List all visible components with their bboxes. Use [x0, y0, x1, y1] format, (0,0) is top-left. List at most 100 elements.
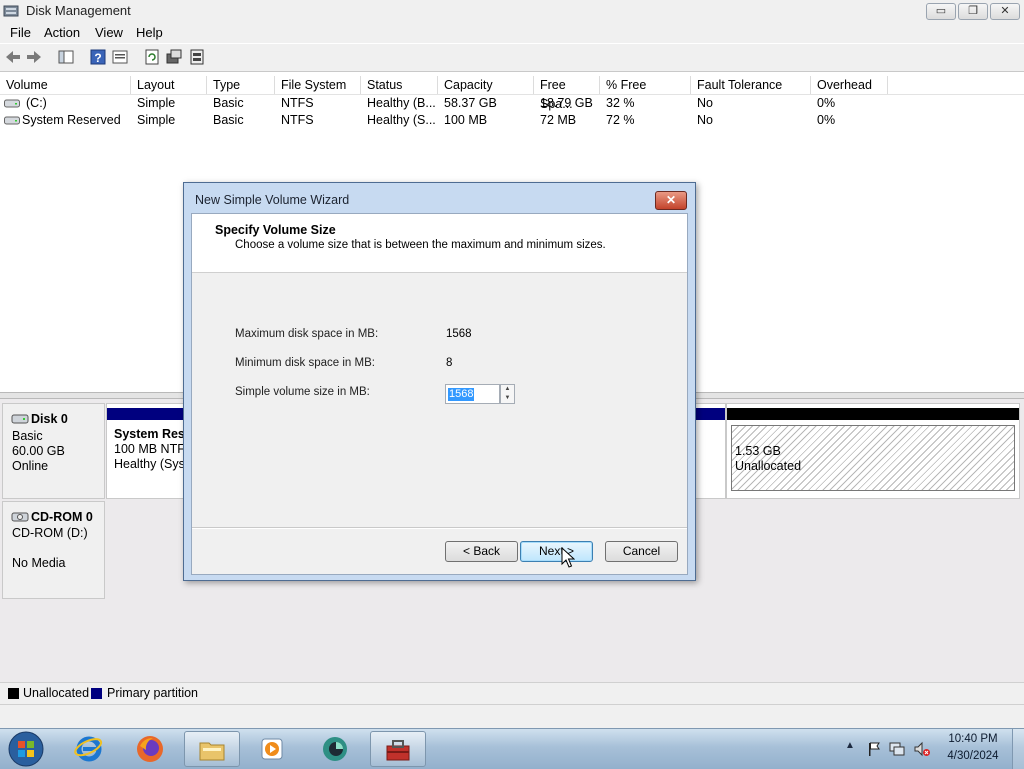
- start-orb-icon[interactable]: [7, 730, 45, 768]
- disk-0-label[interactable]: Disk 0 Basic 60.00 GB Online: [2, 403, 105, 499]
- cdrom-0-media: No Media: [12, 556, 66, 570]
- cell-percent-free: 32 %: [606, 96, 635, 110]
- title-bar: Disk Management ▭ ❐ ✕: [0, 0, 1024, 23]
- min-space-label: Minimum disk space in MB:: [235, 357, 375, 369]
- disk-properties-icon[interactable]: [188, 48, 206, 66]
- console-tree-icon[interactable]: [57, 48, 75, 66]
- disk-0-size: 60.00 GB: [12, 444, 65, 458]
- cell-status: Healthy (B...: [367, 96, 436, 110]
- refresh-icon[interactable]: [143, 48, 161, 66]
- disk-0-type: Basic: [12, 429, 43, 443]
- drive-icon: [4, 116, 20, 125]
- wizard-close-button[interactable]: ✕: [655, 191, 687, 210]
- cell-volume: System Reserved: [22, 113, 121, 127]
- app-taskbar-button[interactable]: [308, 731, 364, 767]
- column-fault-tolerance[interactable]: Fault Tolerance: [691, 76, 811, 94]
- window-title: Disk Management: [26, 3, 131, 18]
- maximize-button[interactable]: ❐: [958, 3, 988, 20]
- properties-icon[interactable]: [111, 48, 129, 66]
- max-space-label: Maximum disk space in MB:: [235, 328, 379, 340]
- forward-arrow-icon[interactable]: [25, 48, 43, 66]
- windows-explorer-taskbar-button[interactable]: [184, 731, 240, 767]
- disk-0-state: Online: [12, 459, 49, 473]
- svg-text:?: ?: [94, 51, 101, 65]
- unallocated-label: Unallocated: [735, 459, 802, 473]
- system-reserved-partition[interactable]: System Rese 100 MB NTFS Healthy (Syst: [107, 422, 193, 496]
- cell-overhead: 0%: [817, 96, 836, 110]
- wizard-client-area: Specify Volume Size Choose a volume size…: [191, 213, 688, 575]
- cell-file-system: NTFS: [281, 113, 314, 127]
- menu-action[interactable]: Action: [44, 25, 80, 40]
- cell-capacity: 100 MB: [444, 113, 488, 127]
- clock-date[interactable]: 4/30/2024: [940, 750, 1006, 762]
- volume-list-header: Volume Layout Type File System Status Ca…: [0, 76, 1024, 111]
- wizard-subheading: Choose a volume size that is between the…: [235, 239, 606, 251]
- menu-bar: File Action View Help: [0, 22, 1024, 43]
- cell-type: Basic: [213, 96, 244, 110]
- network-icon[interactable]: [889, 741, 906, 757]
- column-free-space[interactable]: Free Spa...: [534, 76, 600, 111]
- folder-icon: [199, 742, 225, 761]
- column-status[interactable]: Status: [361, 76, 438, 94]
- next-button[interactable]: Next >: [520, 541, 593, 562]
- column-type[interactable]: Type: [207, 76, 275, 94]
- mouse-cursor-icon: [561, 547, 575, 568]
- close-button[interactable]: ✕: [990, 3, 1020, 20]
- wizard-header: Specify Volume Size Choose a volume size…: [192, 214, 687, 273]
- rescan-icon[interactable]: [165, 48, 183, 66]
- disk-0-name: Disk 0: [31, 412, 68, 426]
- clock-time[interactable]: 10:40 PM: [940, 733, 1006, 745]
- taskbar: ▲ 10:40 PM 4/30/2024: [0, 728, 1024, 769]
- unallocated-space[interactable]: 1.53 GB Unallocated: [726, 403, 1020, 499]
- cdrom-0-drive: CD-ROM (D:): [12, 526, 88, 540]
- column-percent-free[interactable]: % Free: [600, 76, 691, 94]
- action-center-flag-icon[interactable]: [866, 741, 882, 757]
- legend-unallocated-swatch: [8, 688, 19, 699]
- status-bar: [0, 704, 1024, 729]
- volume-size-value: 1568: [448, 388, 475, 401]
- firefox-taskbar-button[interactable]: [123, 731, 179, 767]
- show-desktop-button[interactable]: [1012, 729, 1024, 769]
- legend-unallocated: Unallocated: [23, 686, 90, 700]
- column-capacity[interactable]: Capacity: [438, 76, 534, 94]
- table-row[interactable]: (C:) Simple Basic NTFS Healthy (B... 58.…: [0, 95, 1024, 112]
- primary-partition-bar: [107, 408, 187, 420]
- cell-overhead: 0%: [817, 113, 836, 127]
- internet-explorer-taskbar-button[interactable]: [62, 731, 118, 767]
- back-arrow-icon[interactable]: [4, 48, 22, 66]
- internet-explorer-icon: [74, 736, 103, 762]
- show-hidden-icons-icon[interactable]: ▲: [845, 740, 855, 751]
- volume-muted-icon[interactable]: [913, 741, 931, 757]
- cdrom-0-label[interactable]: CD-ROM 0 CD-ROM (D:) No Media: [2, 501, 105, 599]
- column-volume[interactable]: Volume: [0, 76, 131, 94]
- wizard-title: New Simple Volume Wizard: [195, 193, 350, 207]
- cell-type: Basic: [213, 113, 244, 127]
- legend-primary-swatch: [91, 688, 102, 699]
- cell-fault-tolerance: No: [697, 113, 713, 127]
- help-icon[interactable]: ?: [89, 48, 107, 66]
- column-overhead[interactable]: Overhead: [811, 76, 888, 94]
- menu-file[interactable]: File: [10, 25, 31, 40]
- menu-help[interactable]: Help: [136, 25, 163, 40]
- menu-view[interactable]: View: [95, 25, 123, 40]
- unallocated-bar: [727, 408, 1019, 420]
- cancel-button[interactable]: Cancel: [605, 541, 678, 562]
- table-row[interactable]: System Reserved Simple Basic NTFS Health…: [0, 112, 1024, 129]
- computer-management-taskbar-button[interactable]: [370, 731, 426, 767]
- back-button[interactable]: < Back: [445, 541, 518, 562]
- volume-size-input[interactable]: 1568: [445, 384, 500, 404]
- column-layout[interactable]: Layout: [131, 76, 207, 94]
- volume-size-spinner[interactable]: ▲ ▼: [500, 384, 515, 404]
- column-file-system[interactable]: File System: [275, 76, 361, 94]
- media-player-taskbar-button[interactable]: [245, 731, 301, 767]
- firefox-icon: [137, 736, 163, 762]
- spin-up-icon[interactable]: ▲: [501, 385, 514, 394]
- disk-icon: [11, 414, 29, 424]
- app-icon: [323, 737, 347, 761]
- volume-size-label: Simple volume size in MB:: [235, 386, 370, 398]
- minimize-button[interactable]: ▭: [926, 3, 956, 20]
- cell-free-space: 18.79 GB: [540, 96, 593, 110]
- new-simple-volume-wizard: New Simple Volume Wizard ✕ Specify Volum…: [183, 182, 696, 581]
- spin-down-icon[interactable]: ▼: [501, 394, 514, 403]
- primary-partition-bar: [695, 408, 725, 420]
